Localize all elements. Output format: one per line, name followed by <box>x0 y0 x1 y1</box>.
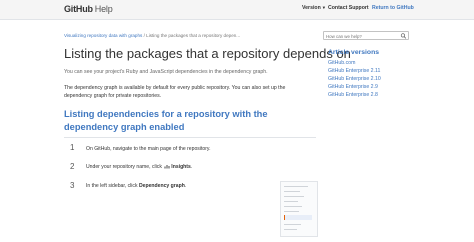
step-2-suffix: . <box>190 164 193 170</box>
search-input[interactable] <box>326 33 396 39</box>
step-3-prefix: In the left sidebar, click <box>86 183 139 189</box>
version-dropdown[interactable]: Version ▾ <box>302 5 325 11</box>
version-link-ghe-2-9[interactable]: GitHub Enterprise 2.9 <box>328 84 378 90</box>
description-paragraph: The dependency graph is available by def… <box>64 85 286 99</box>
step-text-2: Under your repository name, click Insigh… <box>86 164 192 170</box>
intro-text: You can see your project's Ruby and Java… <box>64 69 268 75</box>
step-number-2: 2 <box>70 162 75 171</box>
breadcrumb: Visualizing repository data with graphs … <box>64 33 240 38</box>
caret-down-icon: ▾ <box>322 5 326 10</box>
search-box <box>323 31 409 40</box>
magnifier-icon[interactable] <box>400 33 407 39</box>
github-help-logo[interactable]: GitHub Help <box>64 4 113 14</box>
version-link-ghe-2-10[interactable]: GitHub Enterprise 2.10 <box>328 76 381 82</box>
step-text-1: On GitHub, navigate to the main page of … <box>86 146 211 152</box>
step-number-3: 3 <box>70 181 75 190</box>
graph-icon <box>164 165 170 169</box>
step-3-suffix: . <box>184 183 187 189</box>
version-label: Version <box>302 5 321 11</box>
page-title: Listing the packages that a repository d… <box>64 46 351 61</box>
logo-help: Help <box>94 4 113 14</box>
article-versions-title: Article versions <box>328 49 379 56</box>
site-header: GitHub Help Version ▾ Contact Support Retu… <box>0 0 474 20</box>
version-link-ghe-2-11[interactable]: GitHub Enterprise 2.11 <box>328 68 380 74</box>
version-link-github-com[interactable]: GitHub.com <box>328 60 355 66</box>
logo-main: GitHub <box>64 4 93 14</box>
breadcrumb-parent-link[interactable]: Visualizing repository data with graphs <box>64 33 142 38</box>
step-text-3: In the left sidebar, click Dependency gr… <box>86 183 186 189</box>
contact-support-link[interactable]: Contact Support <box>328 5 369 11</box>
step-3-dependency-graph: Dependency graph <box>138 183 185 189</box>
sidebar-screenshot-image <box>280 181 318 237</box>
step-number-1: 1 <box>70 143 75 152</box>
section-heading: Listing dependencies for a repository wi… <box>64 108 316 138</box>
version-link-ghe-2-8[interactable]: GitHub Enterprise 2.8 <box>328 92 378 98</box>
return-to-github-link[interactable]: Return to GitHub <box>372 5 414 11</box>
step-2-insights: Insights <box>171 164 191 170</box>
step-2-prefix: Under your repository name, click <box>86 164 164 170</box>
breadcrumb-current: Listing the packages that a repository d… <box>146 33 241 38</box>
